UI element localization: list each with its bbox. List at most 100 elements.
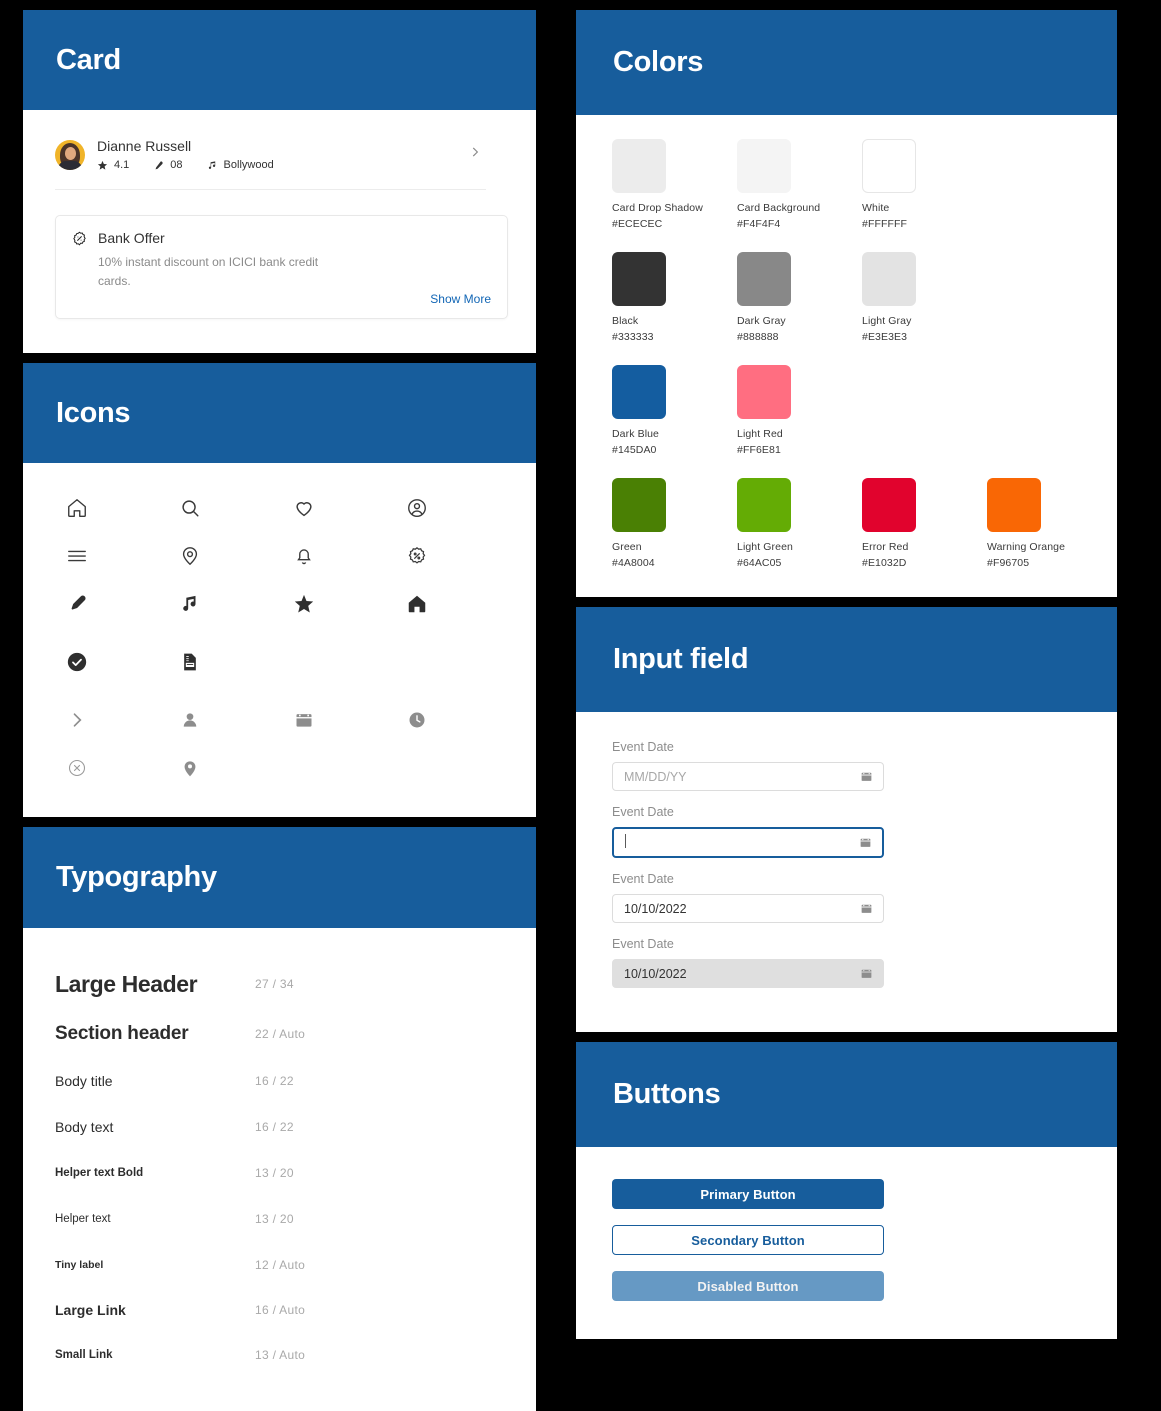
buttons-panel-title: Buttons: [613, 1078, 721, 1110]
typo-size: 13 / Auto: [255, 1347, 306, 1362]
swatch-name: Light Gray: [862, 315, 912, 327]
icon-grid-secondary: [53, 649, 506, 675]
check-circle-filled-icon[interactable]: [53, 649, 101, 675]
calendar-icon[interactable]: [859, 836, 872, 849]
bell-outline-icon[interactable]: [280, 543, 328, 569]
color-swatch: Light Gray #E3E3E3: [862, 252, 987, 343]
swatch-hex: #ECECEC: [612, 218, 663, 230]
calendar-icon: [861, 969, 872, 978]
star-filled-icon: [97, 160, 108, 170]
typography-row: Helper text Bold 13 / 20: [55, 1150, 506, 1196]
secondary-button[interactable]: Secondary Button: [612, 1225, 884, 1255]
typo-label: Helper text Bold: [55, 1167, 144, 1180]
icon-grid-primary: [53, 495, 506, 617]
person-filled-icon[interactable]: [166, 707, 214, 733]
swatch-chip: [612, 139, 666, 193]
chevron-right-icon[interactable]: [53, 707, 101, 733]
color-swatch: Dark Blue #145DA0: [612, 365, 737, 456]
music-note-icon[interactable]: [166, 591, 214, 617]
field-label: Event Date: [612, 872, 674, 886]
swatch-hex: #64AC05: [737, 557, 782, 569]
date-input-placeholder[interactable]: MM/DD/YY: [612, 762, 884, 791]
date-input-focused[interactable]: [612, 827, 884, 858]
typo-size: 12 / Auto: [255, 1257, 306, 1272]
home-outline-icon[interactable]: [53, 495, 101, 521]
typo-label: Helper text: [55, 1213, 111, 1226]
rating-value: 4.1: [114, 159, 130, 171]
swatch-name: Card Drop Shadow: [612, 202, 703, 214]
swatch-hex: #F4F4F4: [737, 218, 781, 230]
microphone-icon: [155, 160, 163, 169]
event-date-field-focused: Event Date: [612, 805, 1087, 858]
color-swatch: Warning Orange #F96705: [987, 478, 1112, 569]
input-field-panel-title: Input field: [613, 643, 749, 675]
typo-size: 13 / 20: [255, 1166, 294, 1181]
primary-button[interactable]: Primary Button: [612, 1179, 884, 1209]
profile-meta-row: 4.1 08 Bollywood: [97, 159, 468, 171]
chevron-right-icon[interactable]: [468, 145, 486, 164]
typography-row: Body title 16 / 22: [55, 1058, 506, 1104]
discount-badge-outline-icon: [73, 231, 86, 245]
swatch-name: Dark Blue: [612, 428, 660, 440]
disabled-button: Disabled Button: [612, 1271, 884, 1301]
color-swatch-empty: [987, 252, 1112, 343]
swatch-chip: [862, 139, 916, 193]
rating-meta: 4.1: [97, 159, 129, 171]
typo-label: Large Header: [55, 970, 198, 997]
swatch-chip: [612, 365, 666, 419]
star-filled-icon[interactable]: [280, 591, 328, 617]
icons-panel-header: Icons: [23, 363, 536, 464]
typo-label: Section header: [55, 1023, 189, 1045]
colors-panel: Colors Card Drop Shadow #ECECEC Card Bac…: [576, 10, 1117, 597]
color-swatch: Black #333333: [612, 252, 737, 343]
show-more-link[interactable]: Show More: [72, 292, 491, 306]
right-column: Colors Card Drop Shadow #ECECEC Card Bac…: [576, 10, 1117, 1344]
swatch-hex: #4A8004: [612, 557, 655, 569]
design-system-board: Card Dianne Russell 4.1 08 Bollywood Ban…: [0, 0, 1161, 1411]
location-pin-filled-icon[interactable]: [166, 755, 214, 781]
home-filled-icon[interactable]: [393, 591, 441, 617]
profile-text: Dianne Russell 4.1 08 Bollywood: [97, 138, 468, 171]
color-swatch: Card Drop Shadow #ECECEC: [612, 139, 737, 230]
event-date-field-empty: Event Date MM/DD/YY: [612, 740, 1087, 791]
typo-label: Body title: [55, 1073, 113, 1090]
avatar: [55, 139, 85, 170]
menu-hamburger-icon[interactable]: [53, 543, 101, 569]
field-label: Event Date: [612, 805, 674, 819]
document-invoice-icon[interactable]: [166, 649, 214, 675]
close-circle-outline-icon[interactable]: [53, 755, 101, 781]
calendar-icon[interactable]: [280, 707, 328, 733]
location-pin-outline-icon[interactable]: [166, 543, 214, 569]
card-panel: Card Dianne Russell 4.1 08 Bollywood Ban…: [23, 10, 536, 354]
date-input-value: [625, 834, 859, 851]
swatch-hex: #FF6E81: [737, 444, 781, 456]
icon-slot-empty-4: [393, 755, 441, 781]
event-date-field-disabled: Event Date 10/10/2022: [612, 937, 1087, 988]
typography-row: Helper text 13 / 20: [55, 1196, 506, 1242]
swatch-name: Warning Orange: [987, 541, 1066, 553]
microphone-icon[interactable]: [53, 591, 101, 617]
clock-filled-icon[interactable]: [393, 707, 441, 733]
account-circle-outline-icon[interactable]: [393, 495, 441, 521]
typography-row: Tiny label 12 / Auto: [55, 1242, 506, 1287]
songs-meta: 08: [153, 159, 183, 171]
color-swatch: Error Red #E1032D: [862, 478, 987, 569]
input-field-panel: Input field Event Date MM/DD/YY Event Da…: [576, 607, 1117, 1032]
buttons-panel-header: Buttons: [576, 1042, 1117, 1147]
typo-size: 16 / Auto: [255, 1302, 306, 1317]
typo-size: 13 / 20: [255, 1212, 294, 1227]
typography-row: Large Link 16 / Auto: [55, 1287, 506, 1332]
discount-badge-outline-icon[interactable]: [393, 543, 441, 569]
calendar-icon[interactable]: [860, 770, 873, 783]
typo-label: Body text: [55, 1119, 114, 1136]
swatch-name: Light Green: [737, 541, 793, 553]
left-column: Card Dianne Russell 4.1 08 Bollywood Ban…: [23, 10, 536, 1411]
profile-row[interactable]: Dianne Russell 4.1 08 Bollywood: [55, 138, 486, 190]
date-input-filled[interactable]: 10/10/2022: [612, 894, 884, 923]
swatch-name: Dark Gray: [737, 315, 786, 327]
calendar-icon[interactable]: [860, 902, 873, 915]
heart-outline-icon[interactable]: [280, 495, 328, 521]
search-icon[interactable]: [166, 495, 214, 521]
typography-row: Section header 22 / Auto: [55, 1010, 506, 1058]
typo-label: Small Link: [55, 1348, 113, 1361]
